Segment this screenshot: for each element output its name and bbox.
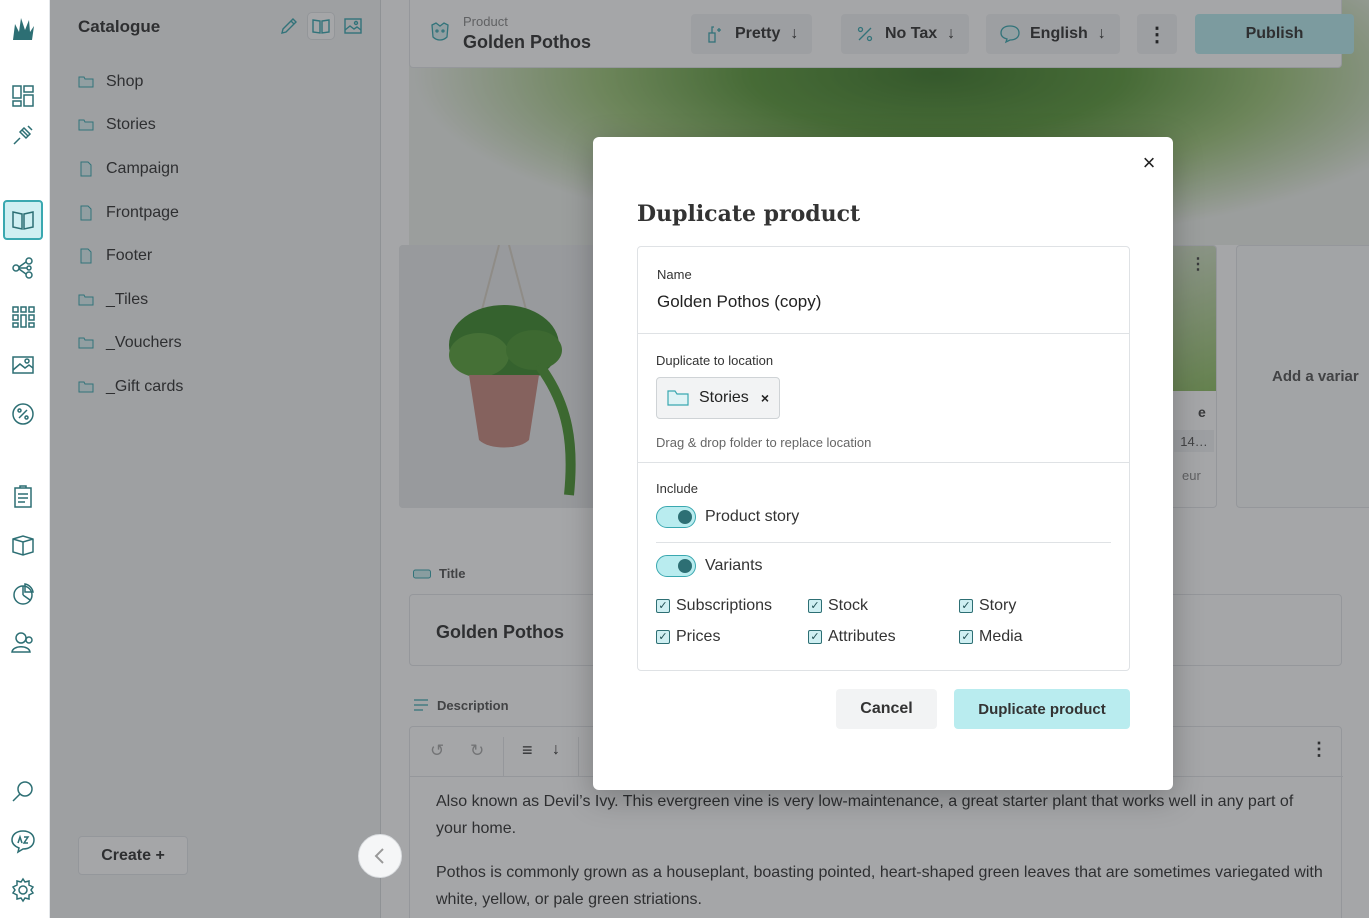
plug-icon[interactable] bbox=[8, 120, 38, 150]
duplicate-product-button[interactable]: Duplicate product bbox=[954, 689, 1130, 729]
subscriptions-checkbox[interactable]: ✓ Subscriptions bbox=[656, 597, 772, 615]
product-story-label: Product story bbox=[705, 508, 800, 525]
location-value: Stories bbox=[699, 389, 749, 406]
location-hint: Drag & drop folder to replace location bbox=[656, 435, 872, 450]
check-icon: ✓ bbox=[959, 630, 973, 644]
checkbox-label: Subscriptions bbox=[676, 597, 773, 614]
name-label: Name bbox=[657, 267, 692, 282]
customers-icon[interactable] bbox=[8, 627, 38, 657]
attributes-checkbox[interactable]: ✓ Attributes bbox=[808, 628, 896, 646]
check-icon: ✓ bbox=[808, 599, 822, 613]
topics-icon[interactable] bbox=[8, 253, 38, 283]
folder-icon bbox=[667, 390, 689, 406]
duplicate-product-dialog: × Duplicate product Name Golden Pothos (… bbox=[593, 137, 1173, 790]
variants-toggle[interactable] bbox=[656, 555, 696, 577]
dashboard-icon[interactable] bbox=[8, 81, 38, 111]
media-checkbox[interactable]: ✓ Media bbox=[959, 628, 1023, 646]
include-section: Include Product story Variants ✓ Subscri… bbox=[638, 463, 1129, 670]
image-icon[interactable] bbox=[8, 350, 38, 380]
discount-icon[interactable] bbox=[8, 399, 38, 429]
remove-location-icon[interactable]: × bbox=[761, 390, 769, 406]
include-divider bbox=[656, 542, 1111, 543]
catalogue-icon[interactable] bbox=[3, 200, 43, 240]
check-icon: ✓ bbox=[656, 630, 670, 644]
analytics-icon[interactable] bbox=[8, 579, 38, 609]
checkbox-label: Prices bbox=[676, 628, 721, 645]
fulfilment-icon[interactable] bbox=[8, 530, 38, 560]
checkbox-label: Attributes bbox=[828, 628, 896, 645]
nav-rail bbox=[0, 0, 50, 918]
check-icon: ✓ bbox=[808, 630, 822, 644]
product-story-toggle[interactable] bbox=[656, 506, 696, 528]
checkbox-label: Story bbox=[979, 597, 1017, 614]
logo-icon[interactable] bbox=[8, 14, 38, 44]
checkbox-label: Media bbox=[979, 628, 1023, 645]
dialog-title: Duplicate product bbox=[637, 201, 861, 227]
check-icon: ✓ bbox=[656, 599, 670, 613]
variants-label: Variants bbox=[705, 557, 763, 574]
include-label: Include bbox=[656, 481, 698, 496]
chevron-left-icon bbox=[374, 848, 384, 864]
translate-icon[interactable] bbox=[8, 826, 38, 856]
grid-icon[interactable] bbox=[8, 302, 38, 332]
duplicate-form: Name Golden Pothos (copy) Duplicate to l… bbox=[637, 246, 1130, 671]
name-section: Name Golden Pothos (copy) bbox=[638, 247, 1129, 334]
checkbox-label: Stock bbox=[828, 597, 869, 614]
close-icon[interactable]: × bbox=[1139, 150, 1159, 175]
collapse-sidebar-button[interactable] bbox=[358, 834, 402, 878]
name-input[interactable]: Golden Pothos (copy) bbox=[657, 292, 821, 312]
settings-icon[interactable] bbox=[8, 875, 38, 905]
location-section: Duplicate to location Stories × Drag & d… bbox=[638, 334, 1129, 463]
prices-checkbox[interactable]: ✓ Prices bbox=[656, 628, 720, 646]
stock-checkbox[interactable]: ✓ Stock bbox=[808, 597, 868, 615]
check-icon: ✓ bbox=[959, 599, 973, 613]
story-checkbox[interactable]: ✓ Story bbox=[959, 597, 1016, 615]
cancel-button[interactable]: Cancel bbox=[836, 689, 937, 729]
orders-icon[interactable] bbox=[8, 482, 38, 512]
location-label: Duplicate to location bbox=[656, 353, 774, 368]
location-chip[interactable]: Stories × bbox=[656, 377, 780, 419]
search-icon[interactable] bbox=[8, 777, 38, 807]
